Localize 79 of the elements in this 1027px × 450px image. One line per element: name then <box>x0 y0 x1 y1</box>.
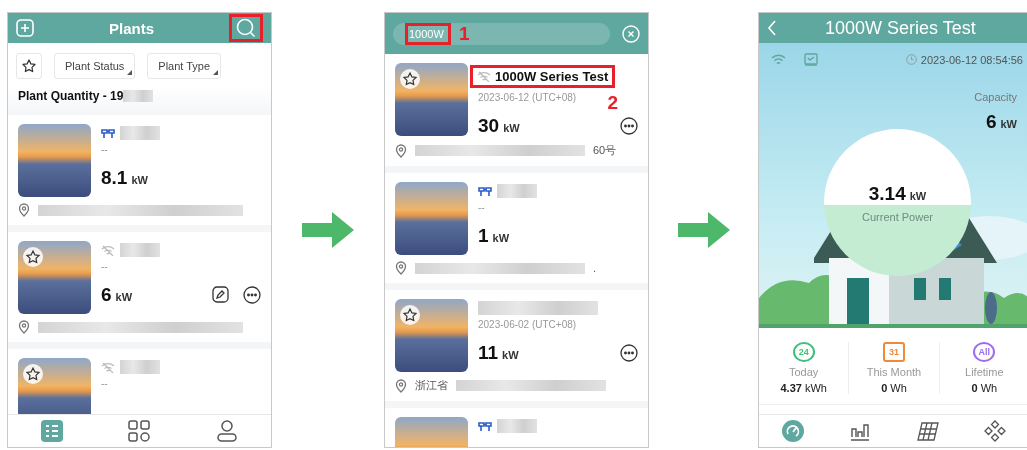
grid-icon[interactable] <box>128 420 151 442</box>
blurred-count <box>123 90 154 102</box>
plant-power: 6 kW <box>101 284 133 306</box>
wifi-icon <box>771 53 786 66</box>
favorites-button[interactable] <box>16 53 42 79</box>
back-icon[interactable] <box>767 20 777 36</box>
edit-icon[interactable] <box>212 286 229 303</box>
address-text: 60号 <box>593 143 617 158</box>
list-icon[interactable] <box>40 420 63 442</box>
clock-icon <box>905 54 917 65</box>
star-icon[interactable] <box>23 247 43 267</box>
step-number: 2 <box>607 92 618 114</box>
plant-card[interactable]: -- 6 kW <box>8 232 271 342</box>
more-icon[interactable] <box>243 286 261 304</box>
stat-label: This Month <box>866 366 922 378</box>
location-pin-icon <box>395 378 407 393</box>
blurred-name <box>497 184 537 198</box>
search-icon[interactable] <box>229 14 263 42</box>
dropdown-triangle-icon <box>127 70 133 75</box>
star-icon[interactable] <box>400 69 420 89</box>
blurred-name <box>120 243 160 257</box>
plant-quantity: Plant Quantity - 19 <box>18 89 124 103</box>
plant-power: 30 kW <box>478 115 520 137</box>
star-icon[interactable] <box>23 364 43 384</box>
location-pin-icon <box>18 203 30 217</box>
blurred-name <box>120 126 160 140</box>
plant-date: -- <box>101 144 108 155</box>
current-power-label: Current Power <box>862 210 933 223</box>
right-arrow-icon <box>677 212 730 248</box>
dropdown-triangle-icon <box>213 70 219 75</box>
plant-power: 1 kW <box>478 225 510 247</box>
screen-title: 1000W Series Test <box>825 17 976 39</box>
plant-date: -- <box>101 378 108 389</box>
current-power: 3.14 kW <box>868 182 927 205</box>
clear-icon[interactable] <box>622 24 640 43</box>
stat-label: Lifetime <box>965 366 1004 378</box>
plant-card[interactable]: -- 8.1 kW <box>8 115 271 225</box>
address-text: 浙江省 <box>415 378 448 393</box>
plant-date: -- <box>478 202 485 213</box>
step-number: 1 <box>459 22 470 45</box>
timestamp: 2023-06-12 08:54:56 <box>920 53 1023 66</box>
stat-value: 0 Wh <box>881 382 907 394</box>
filter-dropdown[interactable]: Plant Type <box>147 53 222 79</box>
solar-panel-icon[interactable] <box>916 420 939 442</box>
more-icon[interactable] <box>620 344 638 362</box>
gauge-icon[interactable] <box>781 420 804 442</box>
plant-card[interactable]: 2023-06-02 (UTC+08) 11 kW 浙江省 <box>385 290 648 401</box>
location-pin-icon <box>395 143 407 158</box>
plant-date: -- <box>101 261 108 272</box>
location-pin-icon <box>395 261 407 275</box>
plant-power: 8.1 kW <box>101 167 148 189</box>
right-arrow-icon <box>302 212 354 248</box>
screen-title: Plants <box>109 19 154 37</box>
user-icon[interactable] <box>216 420 239 442</box>
plant-name: 1000W Series Test <box>495 69 609 84</box>
location-pin-icon <box>18 320 30 334</box>
plant-date: 2023-06-02 (UTC+08) <box>478 319 577 330</box>
blurred-name <box>120 360 160 374</box>
add-icon[interactable] <box>16 19 34 37</box>
period-icon: All <box>973 342 996 362</box>
plant-date: 2023-06-12 (UTC+08) <box>478 92 577 103</box>
stat-label: Today <box>789 366 819 378</box>
stat-value: 4.37 kWh <box>780 382 827 394</box>
plant-card[interactable]: 1000W Series Test 2023-06-12 (UTC+08) 2 30 kW 60号 <box>385 54 648 166</box>
stat-value: 0 Wh <box>971 382 998 394</box>
capacity-value: 6 kW <box>985 111 1017 133</box>
plant-power: 11 kW <box>478 342 519 364</box>
plant-card[interactable]: -- 1 kW . <box>385 173 648 283</box>
monitor-check-icon <box>804 53 818 66</box>
address-text: . <box>593 262 597 274</box>
period-icon: 24 <box>792 342 815 362</box>
capacity-label: Capacity <box>974 91 1017 103</box>
period-icon: 31 <box>883 342 905 362</box>
star-icon <box>21 58 37 74</box>
star-icon[interactable] <box>400 305 420 325</box>
filter-dropdown[interactable]: Plant Status <box>54 53 136 79</box>
diamond-grid-icon[interactable] <box>984 420 1007 442</box>
blurred-name <box>497 419 537 433</box>
more-icon[interactable] <box>620 117 638 135</box>
